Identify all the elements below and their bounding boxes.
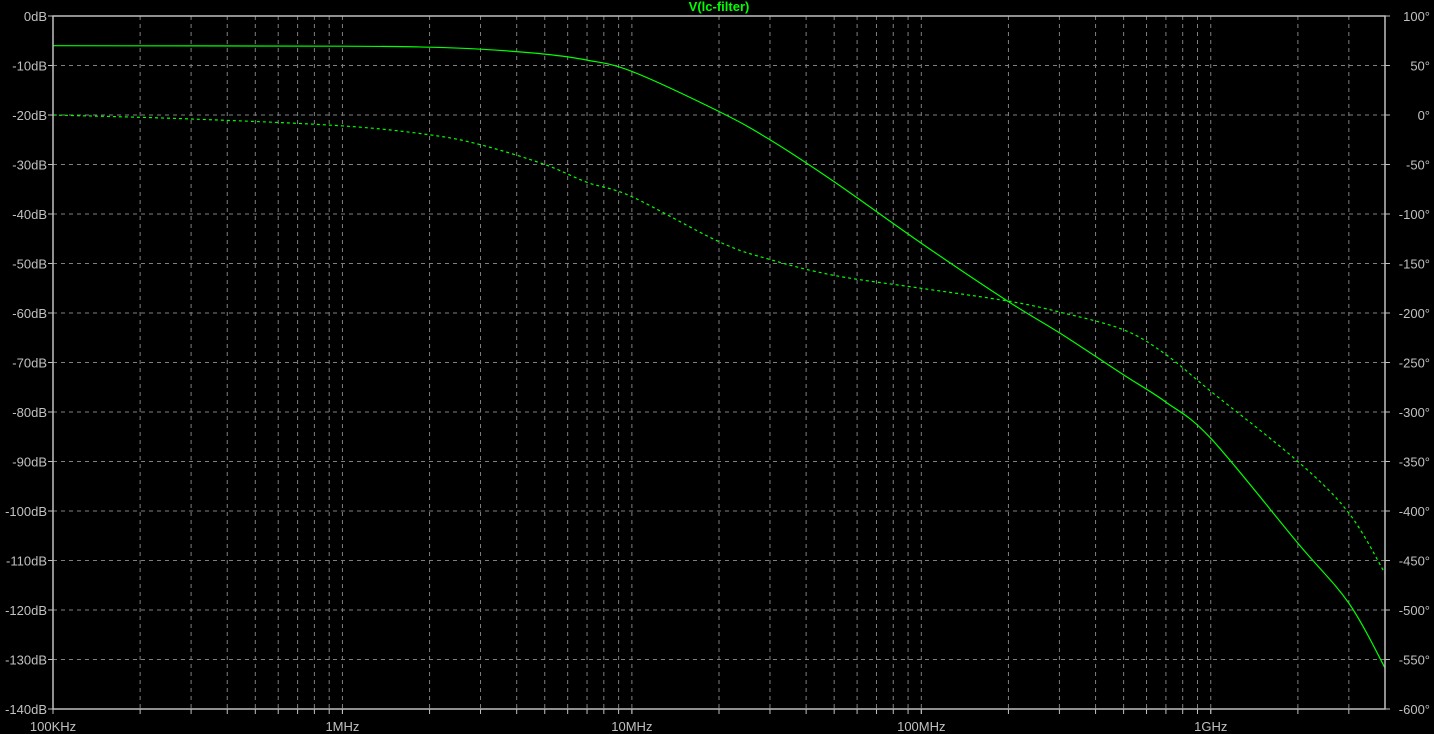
y-right-tick-label: -350° [1399, 455, 1430, 470]
y-right-tick-label: -200° [1399, 306, 1430, 321]
y-right-tick-label: 100° [1403, 9, 1430, 24]
y-left-tick-label: 0dB [24, 9, 47, 24]
y-left-tick-label: -110dB [6, 554, 47, 569]
y-right-tick-label: -450° [1399, 554, 1430, 569]
y-left-tick-label: -70dB [12, 356, 47, 371]
y-left-tick-label: -120dB [5, 603, 47, 618]
y-right-tick-label: -600° [1399, 702, 1430, 717]
y-right-tick-label: 50° [1410, 59, 1430, 74]
y-left-tick-label: -30dB [12, 158, 47, 173]
y-left-tick-label: -140dB [5, 702, 47, 717]
y-right-tick-label: -400° [1399, 504, 1430, 519]
y-right-tick-label: -150° [1399, 257, 1430, 272]
y-left-tick-label: -100dB [5, 504, 47, 519]
x-tick-label: 100MHz [897, 719, 945, 734]
y-right-tick-label: -550° [1399, 653, 1430, 668]
y-right-tick-label: 0° [1418, 108, 1430, 123]
y-left-tick-label: -10dB [12, 59, 47, 74]
bode-plot: 0dB -10dB -20dB -30dB -40dB -50dB -60dB -70dB -8… [5, 0, 1430, 734]
y-right-tick-label: -100° [1399, 207, 1430, 222]
x-tick-label: 10MHz [611, 719, 652, 734]
y-left-tick-label: -90dB [12, 455, 47, 470]
y-left-tick-label: -80dB [12, 405, 47, 420]
trace-title[interactable]: V(lc-filter) [689, 0, 750, 14]
y-left-tick-label: -20dB [12, 108, 47, 123]
y-right-tick-label: -300° [1399, 405, 1430, 420]
y-left-tick-label: -50dB [12, 257, 47, 272]
y-left-tick-label: -130dB [5, 653, 47, 668]
x-tick-label: 1MHz [325, 719, 359, 734]
x-tick-label: 100KHz [30, 719, 76, 734]
y-right-tick-label: -50° [1406, 158, 1430, 173]
y-right-tick-label: -250° [1399, 356, 1430, 371]
x-tick-label: 1GHz [1194, 719, 1227, 734]
tick-labels: 0dB -10dB -20dB -30dB -40dB -50dB -60dB -70dB -8… [5, 9, 1430, 734]
y-left-tick-label: -40dB [12, 207, 47, 222]
grid [53, 16, 1385, 709]
y-left-tick-label: -60dB [12, 306, 47, 321]
y-right-tick-label: -500° [1399, 603, 1430, 618]
